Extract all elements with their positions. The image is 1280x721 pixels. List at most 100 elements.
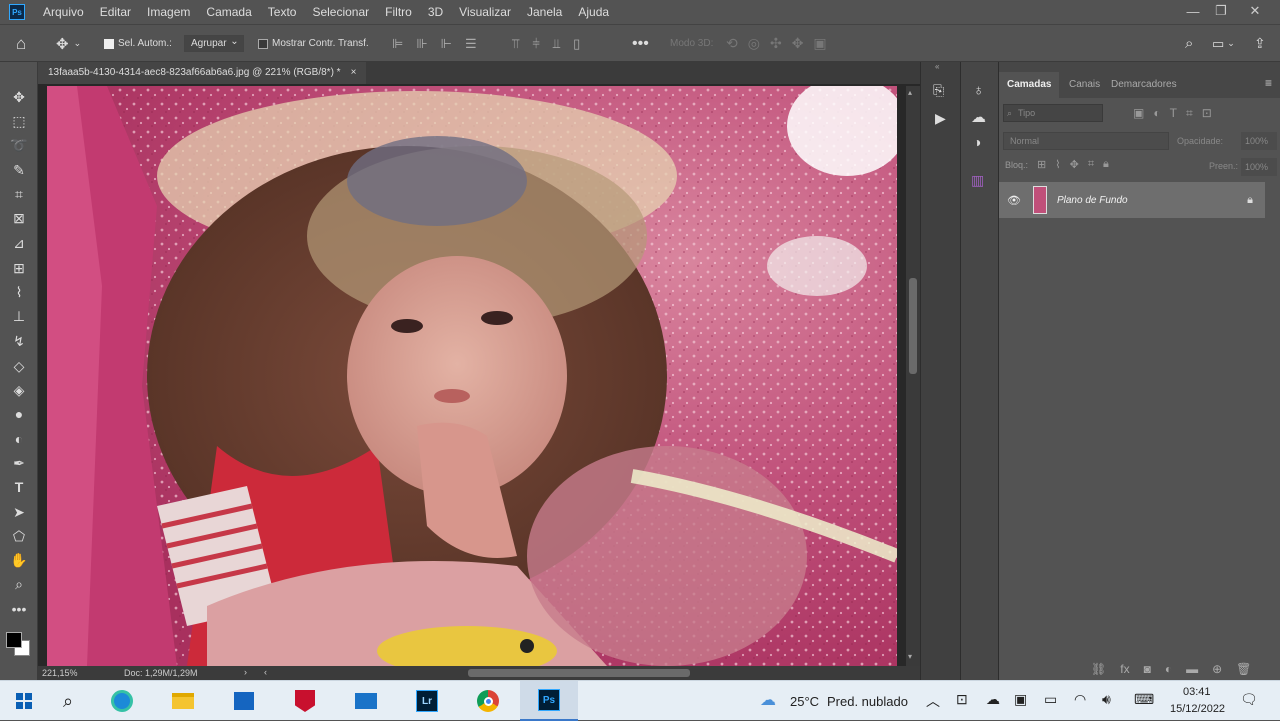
- panel-menu-icon[interactable]: ≡: [1265, 76, 1272, 90]
- show-transform-checkbox[interactable]: Mostrar Contr. Transf.: [258, 25, 369, 62]
- menu-camada[interactable]: Camada: [198, 0, 259, 24]
- vertical-scroll-thumb[interactable]: [909, 278, 917, 374]
- photoshop-taskbar-icon[interactable]: Ps: [520, 681, 578, 721]
- move-tool-icon[interactable]: ✥: [9, 87, 29, 107]
- menu-visualizar[interactable]: Visualizar: [451, 0, 519, 24]
- pen-tool-icon[interactable]: ✒: [9, 453, 29, 473]
- weather-temp[interactable]: 25°C: [790, 694, 819, 709]
- crop-tool-icon[interactable]: ⌗: [9, 184, 29, 204]
- swatches-panel-icon[interactable]: ▥: [971, 172, 989, 190]
- more-options-icon[interactable]: •••: [632, 25, 649, 62]
- menu-arquivo[interactable]: Arquivo: [35, 0, 92, 24]
- mcafee-icon[interactable]: [281, 681, 329, 721]
- layer-filter-select[interactable]: ⌕ Tipo: [1003, 104, 1103, 122]
- dodge-tool-icon[interactable]: ◐: [9, 429, 29, 449]
- link-layers-icon[interactable]: ⛓: [1091, 662, 1106, 676]
- menu-selecionar[interactable]: Selecionar: [304, 0, 377, 24]
- document-tab[interactable]: 13faaa5b-4130-4314-aec8-823af66ab6a6.jpg…: [38, 62, 367, 84]
- share-icon[interactable]: ⇪: [1254, 25, 1266, 62]
- history-panel-icon[interactable]: ⎘: [933, 82, 944, 99]
- weather-desc[interactable]: Pred. nublado: [827, 694, 908, 709]
- eraser-tool-icon[interactable]: ◇: [9, 356, 29, 376]
- shape-tool-icon[interactable]: ⬠: [9, 526, 29, 546]
- expand-panels-icon[interactable]: «: [935, 62, 939, 71]
- foreground-color-swatch[interactable]: [6, 632, 22, 648]
- vertical-scrollbar[interactable]: ▴ ▾: [906, 86, 920, 666]
- menu-3d[interactable]: 3D: [420, 0, 451, 24]
- 3d-pan-icon[interactable]: ✣: [770, 35, 782, 52]
- new-group-icon[interactable]: ▬: [1186, 662, 1198, 676]
- visibility-eye-icon[interactable]: 👁︎: [1007, 194, 1021, 207]
- move-tool-preset-icon[interactable]: ✥ ⌄: [56, 25, 81, 62]
- zoom-tool-icon[interactable]: ⌕: [9, 574, 29, 594]
- hand-tool-icon[interactable]: ✋: [9, 550, 29, 570]
- layers-scrollbar[interactable]: [1269, 106, 1277, 666]
- menu-filtro[interactable]: Filtro: [377, 0, 420, 24]
- scroll-down-icon[interactable]: ▾: [908, 652, 912, 661]
- menu-editar[interactable]: Editar: [92, 0, 139, 24]
- search-icon[interactable]: ⌕: [1185, 25, 1193, 62]
- volume-icon[interactable]: 🔊︎: [1102, 691, 1111, 708]
- minimize-button[interactable]: —: [1178, 0, 1208, 22]
- layer-style-icon[interactable]: fx: [1120, 662, 1129, 676]
- align-right-icon[interactable]: ⊩: [441, 36, 452, 52]
- menu-janela[interactable]: Janela: [519, 0, 570, 24]
- layer-name[interactable]: Plano de Fundo: [1057, 195, 1128, 206]
- workspace-icon[interactable]: ▭ ⌄: [1212, 25, 1235, 62]
- menu-imagem[interactable]: Imagem: [139, 0, 198, 24]
- 3d-camera-icon[interactable]: ▣: [813, 35, 826, 52]
- align-center-icon[interactable]: ⊪: [416, 36, 427, 52]
- weather-icon[interactable]: ☁: [760, 690, 776, 710]
- image-canvas[interactable]: [47, 86, 897, 666]
- layer-row[interactable]: 👁︎ Plano de Fundo 🔒︎: [999, 182, 1265, 218]
- eyedropper-tool-icon[interactable]: ⊿: [9, 233, 29, 253]
- adjustments-panel-icon[interactable]: ◑: [973, 134, 981, 150]
- taskbar-search-icon[interactable]: ⌕: [44, 681, 92, 721]
- quick-select-tool-icon[interactable]: ✎: [9, 160, 29, 180]
- actions-panel-icon[interactable]: ▶: [935, 110, 946, 127]
- restore-button[interactable]: ❐: [1206, 0, 1236, 22]
- lightroom-icon[interactable]: Lr: [403, 681, 451, 721]
- lock-artboard-icon[interactable]: ⌗: [1088, 158, 1094, 171]
- clock-date[interactable]: 15/12/2022: [1170, 703, 1225, 715]
- stamp-tool-icon[interactable]: ⊥: [9, 306, 29, 326]
- keyboard-icon[interactable]: ⌨: [1134, 691, 1154, 708]
- explorer-icon[interactable]: [159, 681, 207, 721]
- align-middle-icon[interactable]: ⫩: [532, 36, 539, 52]
- auto-select-checkbox[interactable]: Sel. Autom.:: [104, 25, 172, 62]
- meet-now-icon[interactable]: ⊡: [956, 691, 968, 708]
- filter-type-icon[interactable]: T: [1170, 106, 1177, 121]
- lock-transparency-icon[interactable]: ⊞: [1037, 158, 1046, 171]
- home-icon[interactable]: ⌂: [16, 25, 26, 62]
- menu-ajuda[interactable]: Ajuda: [570, 0, 617, 24]
- filter-shape-icon[interactable]: ⌗: [1186, 106, 1193, 121]
- paint-bucket-tool-icon[interactable]: ◈: [9, 380, 29, 400]
- chrome-icon[interactable]: [464, 681, 512, 721]
- onedrive-icon[interactable]: ☁: [986, 691, 1000, 708]
- filter-smart-icon[interactable]: ⊡: [1202, 106, 1212, 121]
- blend-mode-select[interactable]: Normal: [1003, 132, 1169, 150]
- 3d-slide-icon[interactable]: ✥: [792, 35, 804, 52]
- close-window-button[interactable]: ✕: [1240, 0, 1270, 22]
- scroll-up-icon[interactable]: ▴: [908, 88, 912, 97]
- notifications-icon[interactable]: 🗨︎: [1240, 691, 1258, 708]
- distribute-vertical-icon[interactable]: ▯: [573, 36, 580, 52]
- align-top-icon[interactable]: ⫪: [512, 36, 519, 52]
- libraries-panel-icon[interactable]: ☁: [971, 108, 986, 126]
- show-hidden-icons[interactable]: ︿: [926, 691, 940, 711]
- lock-position-icon[interactable]: ✥: [1070, 158, 1079, 171]
- battery-icon[interactable]: ▭: [1044, 691, 1057, 708]
- tab-canais[interactable]: Canais: [1061, 72, 1108, 98]
- frame-tool-icon[interactable]: ⊠: [9, 208, 29, 228]
- delete-layer-icon[interactable]: 🗑︎: [1236, 662, 1251, 676]
- start-button[interactable]: [0, 681, 48, 721]
- mail-icon[interactable]: [342, 681, 390, 721]
- 3d-roll-icon[interactable]: ◎: [748, 35, 760, 52]
- brush-tool-icon[interactable]: ⌇: [9, 282, 29, 302]
- align-left-icon[interactable]: ⊫: [392, 36, 403, 52]
- path-select-tool-icon[interactable]: ➤: [9, 502, 29, 522]
- edge-icon[interactable]: [98, 681, 146, 721]
- marquee-tool-icon[interactable]: ⬚: [9, 111, 29, 131]
- tab-camadas[interactable]: Camadas: [999, 72, 1060, 98]
- zoom-level[interactable]: 221,15%: [42, 668, 78, 678]
